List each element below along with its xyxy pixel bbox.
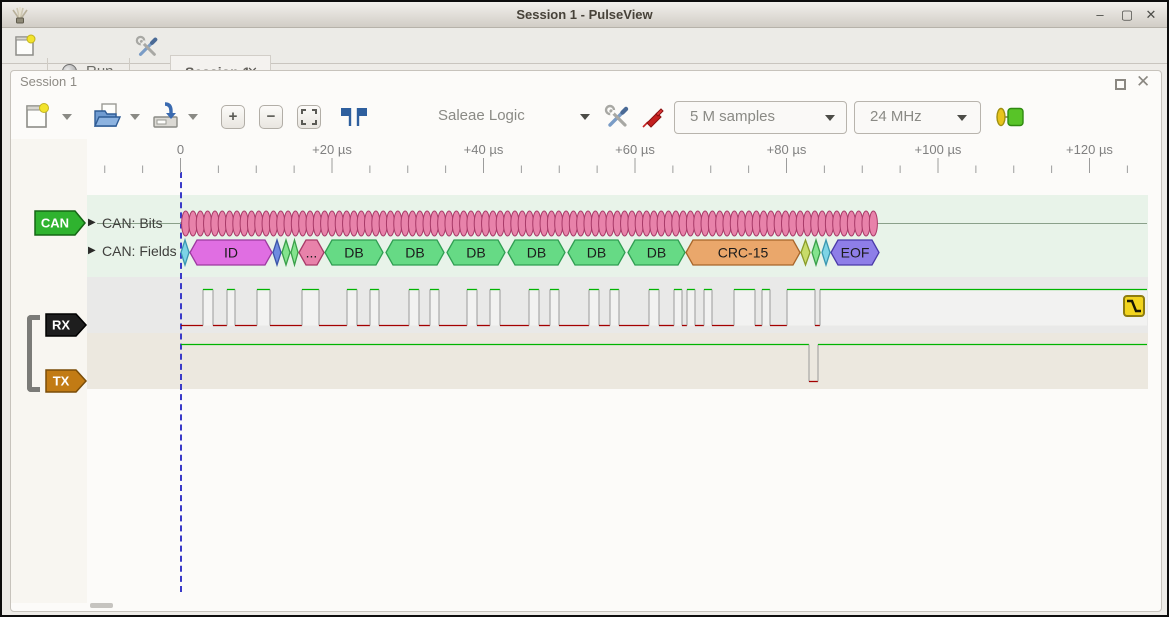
zoom-in-button[interactable]: + (221, 105, 245, 129)
can-field-label: DB (344, 245, 363, 261)
rx-waveform-fill (467, 290, 477, 326)
rx-waveform-fill (610, 290, 619, 326)
can-field-annotation (801, 240, 810, 265)
device-select[interactable]: Saleae Logic (426, 104, 596, 134)
main-toolbar: Run Session 1 ✕ (2, 28, 1167, 64)
horizontal-scrollbar-handle[interactable] (90, 603, 113, 608)
new-file-dropdown-arrow[interactable] (62, 114, 72, 120)
trigger-falling-edge-marker[interactable] (1123, 295, 1145, 317)
rx-waveform-fill (649, 290, 659, 326)
maximize-button[interactable]: ▢ (1119, 7, 1135, 23)
can-field-label: ID (224, 245, 238, 261)
open-file-dropdown-arrow[interactable] (130, 114, 140, 120)
falling-edge-icon (1125, 297, 1143, 315)
sample-rate-arrow (957, 115, 967, 121)
rx-waveform-fill (529, 290, 539, 326)
rx-waveform-fill (762, 290, 770, 326)
decoder-row-bits-label: CAN: Bits (102, 215, 163, 231)
cursors-flags-icon[interactable] (338, 105, 370, 129)
rx-waveform-fill (347, 290, 357, 326)
can-field-annotation (181, 240, 189, 265)
rx-trace-tag-label: RX (52, 318, 70, 333)
can-field-label: DB (466, 245, 485, 261)
rx-waveform-fill (370, 290, 379, 326)
can-field-label: CRC-15 (718, 245, 769, 261)
can-field-label: ... (306, 245, 318, 261)
sample-rate-value: 24 MHz (870, 108, 922, 125)
rx-waveform-fill (490, 290, 500, 326)
sample-count-arrow (825, 115, 835, 121)
rx-waveform-fill (257, 290, 270, 326)
ruler-label: +100 µs (915, 142, 962, 157)
device-select-arrow (580, 114, 590, 120)
rx-waveform-fill (409, 290, 419, 326)
save-file-icon[interactable] (150, 102, 180, 130)
can-field-annotation (822, 240, 830, 265)
ruler-label: +60 µs (615, 142, 655, 157)
can-field-label: DB (527, 245, 546, 261)
rx-waveform-fill (227, 290, 235, 326)
save-file-dropdown-arrow[interactable] (188, 114, 198, 120)
ruler-label: 0 (177, 142, 184, 157)
rx-waveform-fill (589, 290, 599, 326)
can-field-annotation (273, 240, 281, 265)
session-close-icon[interactable]: ✕ (1136, 72, 1150, 92)
rx-waveform-fill (430, 290, 439, 326)
device-config-icon[interactable] (604, 104, 630, 130)
rx-waveform-fill (787, 290, 815, 326)
session-restore-icon[interactable] (1115, 79, 1126, 90)
can-field-label: EOF (841, 245, 870, 261)
ruler-label: +20 µs (312, 142, 352, 157)
session-window-title: Session 1 (20, 74, 77, 89)
title-bar: Session 1 - PulseView – ▢ ✕ (2, 2, 1167, 28)
rx-waveform-fill (674, 290, 682, 326)
new-file-icon[interactable] (24, 102, 50, 130)
sample-count-select[interactable]: 5 M samples (674, 101, 847, 134)
decoder-row-fields-label: CAN: Fields (102, 243, 177, 259)
open-file-icon[interactable] (92, 102, 122, 130)
rx-waveform-fill (820, 290, 1147, 326)
sample-rate-select[interactable]: 24 MHz (854, 101, 981, 134)
ruler-label: +40 µs (464, 142, 504, 157)
channel-group-bracket[interactable] (27, 315, 40, 392)
rx-waveform-fill (687, 290, 695, 326)
device-select-value: Saleae Logic (438, 107, 525, 124)
ruler-label: +120 µs (1066, 142, 1113, 157)
rx-waveform-fill (704, 290, 712, 326)
add-decoder-icon[interactable] (995, 106, 1025, 128)
rx-waveform-fill (203, 290, 213, 326)
can-field-annotation (291, 240, 298, 265)
channels-probe-icon[interactable] (640, 104, 666, 130)
tx-trace-tag-label: TX (53, 374, 70, 389)
decoder-row-fields-expander[interactable]: ▶ (88, 245, 96, 256)
pulseview-window: Session 1 - PulseView – ▢ ✕ Run Session … (0, 0, 1169, 617)
can-bit-annotation (869, 211, 877, 236)
close-button[interactable]: ✕ (1143, 7, 1159, 23)
rx-waveform-fill (550, 290, 559, 326)
can-trace-tag-label: CAN (41, 216, 69, 231)
zoom-out-button[interactable]: − (259, 105, 283, 129)
waveform-canvas: 0 +20 µs +40 µs +60 µs +80 µs +100 µs +120 µs I… (12, 139, 1148, 612)
minimize-button[interactable]: – (1092, 7, 1108, 23)
can-field-annotation (282, 240, 290, 265)
decoder-row-bits-expander[interactable]: ▶ (88, 217, 96, 228)
can-field-label: DB (647, 245, 666, 261)
window-title: Session 1 - PulseView (2, 2, 1167, 27)
zoom-fit-button[interactable] (297, 105, 321, 129)
rx-waveform-fill (734, 290, 755, 326)
settings-icon[interactable] (135, 35, 159, 59)
sample-count-value: 5 M samples (690, 108, 775, 125)
new-session-icon[interactable] (13, 34, 37, 58)
can-field-label: DB (405, 245, 424, 261)
ruler-label: +80 µs (767, 142, 807, 157)
rx-waveform-fill (302, 290, 319, 326)
can-field-annotation (812, 240, 820, 265)
can-field-label: DB (587, 245, 606, 261)
